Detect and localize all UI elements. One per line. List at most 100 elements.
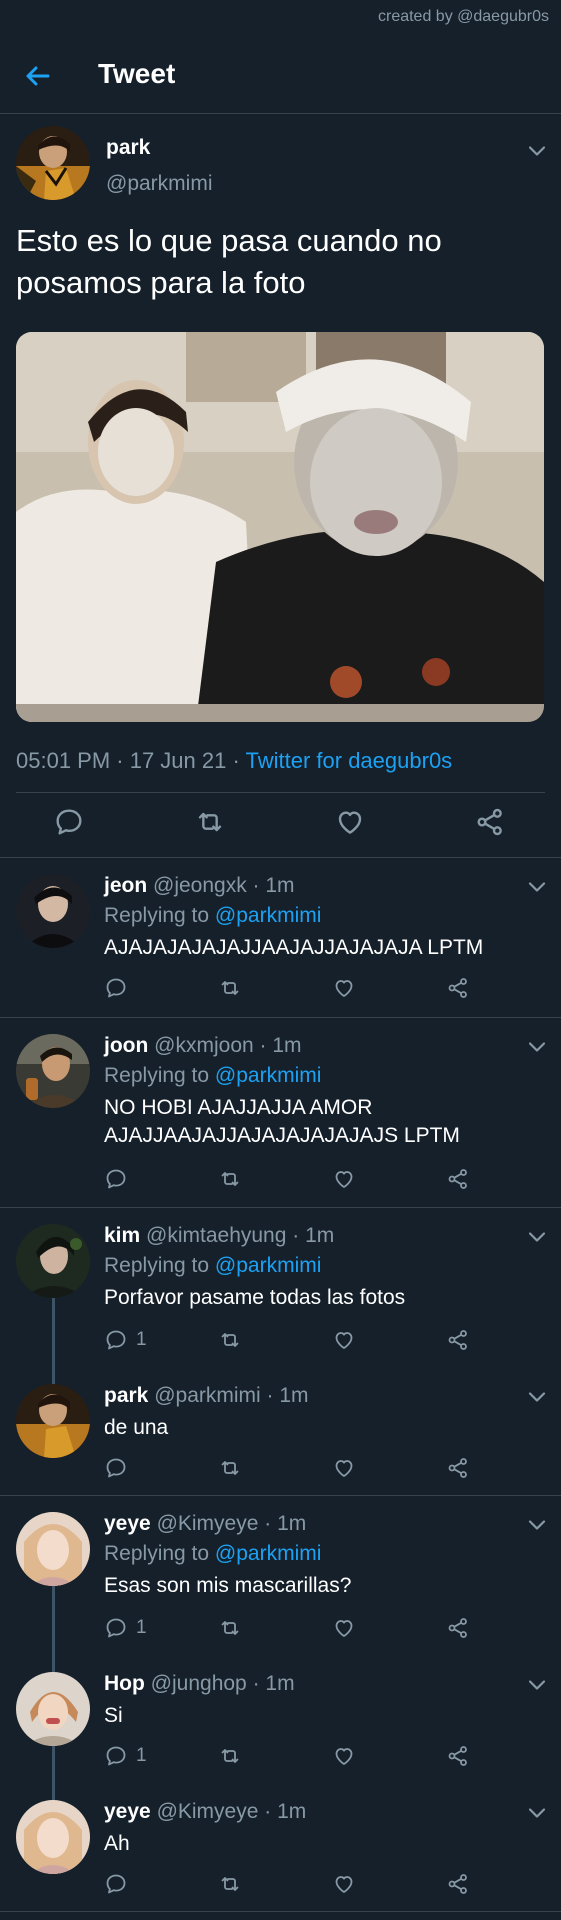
author-name[interactable]: park xyxy=(106,136,150,160)
reply-text: Ah xyxy=(104,1832,130,1855)
avatar[interactable] xyxy=(16,1512,90,1586)
reply-header: yeye @Kimyeye · 1m xyxy=(104,1512,306,1536)
avatar[interactable] xyxy=(16,126,90,200)
retweet-icon[interactable] xyxy=(218,1869,242,1899)
reply-header: joon @kxmjoon · 1m xyxy=(104,1034,302,1058)
avatar[interactable] xyxy=(16,1384,90,1458)
reply-tweet[interactable]: joon @kxmjoon · 1m Replying to @parkmimi… xyxy=(0,1018,561,1208)
author-name[interactable]: Hop xyxy=(104,1672,145,1695)
author-name[interactable]: yeye xyxy=(104,1800,151,1823)
tweet-metadata: 05:01 PM · 17 Jun 21 · Twitter for daegu… xyxy=(16,748,452,774)
reply-actions: 1 xyxy=(104,1325,524,1355)
share-icon[interactable] xyxy=(446,1741,470,1771)
reply-count: 1 xyxy=(136,1617,147,1638)
reply-header: park @parkmimi · 1m xyxy=(104,1384,309,1408)
share-icon[interactable] xyxy=(446,1613,470,1643)
replying-to: Replying to @parkmimi xyxy=(104,1542,321,1566)
chevron-down-icon[interactable] xyxy=(527,1040,547,1054)
author-handle-time: @jeongxk · 1m xyxy=(153,874,295,897)
reply-tweet[interactable]: yeye @Kimyeye · 1m Replying to @parkmimi… xyxy=(0,1496,561,1656)
reply-tweet[interactable]: Hop @junghop · 1m Si 1 xyxy=(0,1656,561,1784)
author-name[interactable]: park xyxy=(104,1384,148,1407)
avatar[interactable] xyxy=(16,1672,90,1746)
reply-icon[interactable] xyxy=(104,1869,136,1899)
reply-header: yeye @Kimyeye · 1m xyxy=(104,1800,306,1824)
retweet-icon[interactable] xyxy=(218,973,242,1003)
retweet-icon[interactable] xyxy=(218,1325,242,1355)
chevron-down-icon[interactable] xyxy=(527,880,547,894)
reply-text: Porfavor pasame todas las fotos xyxy=(104,1286,406,1309)
retweet-icon[interactable] xyxy=(218,1453,242,1483)
retweet-icon[interactable] xyxy=(218,1613,242,1643)
thread-line xyxy=(52,1298,55,1368)
share-icon[interactable] xyxy=(446,973,470,1003)
chevron-down-icon[interactable] xyxy=(527,1518,547,1532)
divider xyxy=(16,792,545,793)
reply-actions xyxy=(104,1164,524,1194)
author-name[interactable]: kim xyxy=(104,1224,140,1247)
author-name[interactable]: yeye xyxy=(104,1512,151,1535)
reply-icon[interactable]: 1 xyxy=(104,1325,147,1355)
share-icon[interactable] xyxy=(446,1869,470,1899)
replying-label: Replying to xyxy=(104,1064,215,1087)
reply-icon[interactable]: 1 xyxy=(104,1741,147,1771)
reply-icon[interactable] xyxy=(104,973,136,1003)
reply-icon[interactable]: 1 xyxy=(104,1613,147,1643)
avatar[interactable] xyxy=(16,1224,90,1298)
reply-count: 1 xyxy=(136,1329,147,1350)
mention-link[interactable]: @parkmimi xyxy=(215,1254,322,1277)
chevron-down-icon[interactable] xyxy=(527,1230,547,1244)
tweet-source-link[interactable]: Twitter for daegubr0s xyxy=(246,748,453,773)
avatar[interactable] xyxy=(16,1034,90,1108)
heart-icon[interactable] xyxy=(332,1164,356,1194)
author-handle-time: @Kimyeye · 1m xyxy=(156,1512,307,1535)
tweet-photo[interactable] xyxy=(16,332,544,722)
chevron-down-icon[interactable] xyxy=(527,144,547,158)
arrow-left-icon[interactable] xyxy=(24,62,52,90)
retweet-icon[interactable] xyxy=(194,806,234,846)
heart-icon[interactable] xyxy=(332,1325,356,1355)
tweet-actions xyxy=(0,806,561,850)
author-handle[interactable]: @parkmimi xyxy=(106,172,213,196)
author-name[interactable]: jeon xyxy=(104,874,147,897)
reply-actions: 1 xyxy=(104,1741,524,1771)
heart-icon[interactable] xyxy=(332,1613,356,1643)
reply-header: jeon @jeongxk · 1m xyxy=(104,874,295,898)
replying-label: Replying to xyxy=(104,904,215,927)
share-icon[interactable] xyxy=(446,1325,470,1355)
reply-icon[interactable] xyxy=(104,1453,136,1483)
reply-tweet[interactable]: park @parkmimi · 1m de una xyxy=(0,1368,561,1496)
reply-text: NO HOBI AJAJJAJJA AMOR AJAJJAAJAJJAJAJAJ… xyxy=(104,1096,460,1147)
page-title: Tweet xyxy=(98,58,176,89)
mention-link[interactable]: @parkmimi xyxy=(215,904,322,927)
share-icon[interactable] xyxy=(474,806,514,846)
reply-tweet[interactable]: yeye @Kimyeye · 1m Ah xyxy=(0,1784,561,1912)
reply-icon[interactable] xyxy=(104,1164,136,1194)
mention-link[interactable]: @parkmimi xyxy=(215,1064,322,1087)
retweet-icon[interactable] xyxy=(218,1741,242,1771)
chevron-down-icon[interactable] xyxy=(527,1806,547,1820)
chevron-down-icon[interactable] xyxy=(527,1390,547,1404)
avatar[interactable] xyxy=(16,874,90,948)
heart-icon[interactable] xyxy=(332,1453,356,1483)
heart-icon[interactable] xyxy=(334,806,374,846)
share-icon[interactable] xyxy=(446,1164,470,1194)
heart-icon[interactable] xyxy=(332,1869,356,1899)
heart-icon[interactable] xyxy=(332,973,356,1003)
author-name[interactable]: joon xyxy=(104,1034,148,1057)
heart-icon[interactable] xyxy=(332,1741,356,1771)
reply-icon[interactable] xyxy=(53,806,93,846)
reply-tweet[interactable]: jeon @jeongxk · 1m Replying to @parkmimi… xyxy=(0,858,561,1018)
thread-line xyxy=(52,1586,55,1656)
reply-actions xyxy=(104,1869,524,1899)
thread-line xyxy=(52,1746,55,1784)
mention-link[interactable]: @parkmimi xyxy=(215,1542,322,1565)
share-icon[interactable] xyxy=(446,1453,470,1483)
chevron-down-icon[interactable] xyxy=(527,1678,547,1692)
reply-tweet[interactable]: kim @kimtaehyung · 1m Replying to @parkm… xyxy=(0,1208,561,1368)
replying-to: Replying to @parkmimi xyxy=(104,1064,321,1088)
avatar[interactable] xyxy=(16,1800,90,1874)
tweet-timestamp: 05:01 PM · 17 Jun 21 · xyxy=(16,748,246,773)
author-handle-time: @kimtaehyung · 1m xyxy=(146,1224,335,1247)
retweet-icon[interactable] xyxy=(218,1164,242,1194)
